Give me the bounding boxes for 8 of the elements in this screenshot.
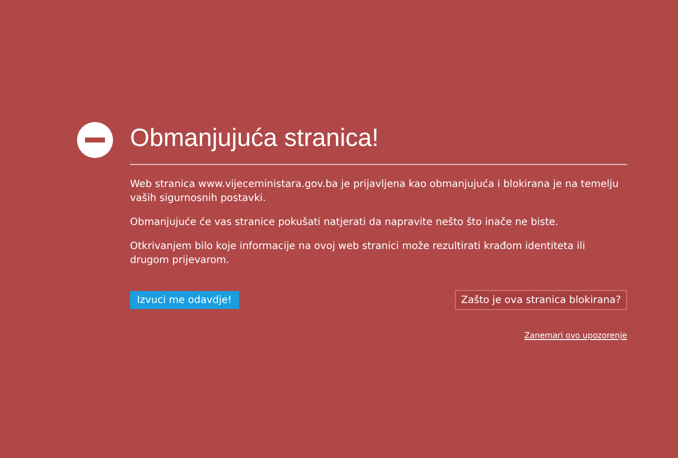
why-blocked-button[interactable]: Zašto je ova stranica blokirana? — [455, 290, 627, 310]
warning-paragraph: Otkrivanjem bilo koje informacije na ovoj web stranici može rezultirati krađom identiteta ili drugom prijevarom. — [130, 240, 586, 268]
warning-paragraph: Obmanjujuće će vas stranice pokušati natjerati da napravite nešto što inače ne biste. — [130, 216, 560, 230]
ignore-warning-link[interactable]: Zanemari ovo upozorenje — [524, 330, 627, 342]
warning-paragraph: Web stranica www.vijeceministara.gov.ba je prijavljena kao obmanjujuća i blokirana je na temelju vaših sigurnosnih postavki. — [130, 178, 620, 206]
get-me-out-button[interactable]: Izvuci me odavdje! — [130, 291, 239, 309]
page-title: Obmanjujuća stranica! — [130, 120, 627, 165]
blocked-icon — [77, 122, 113, 158]
